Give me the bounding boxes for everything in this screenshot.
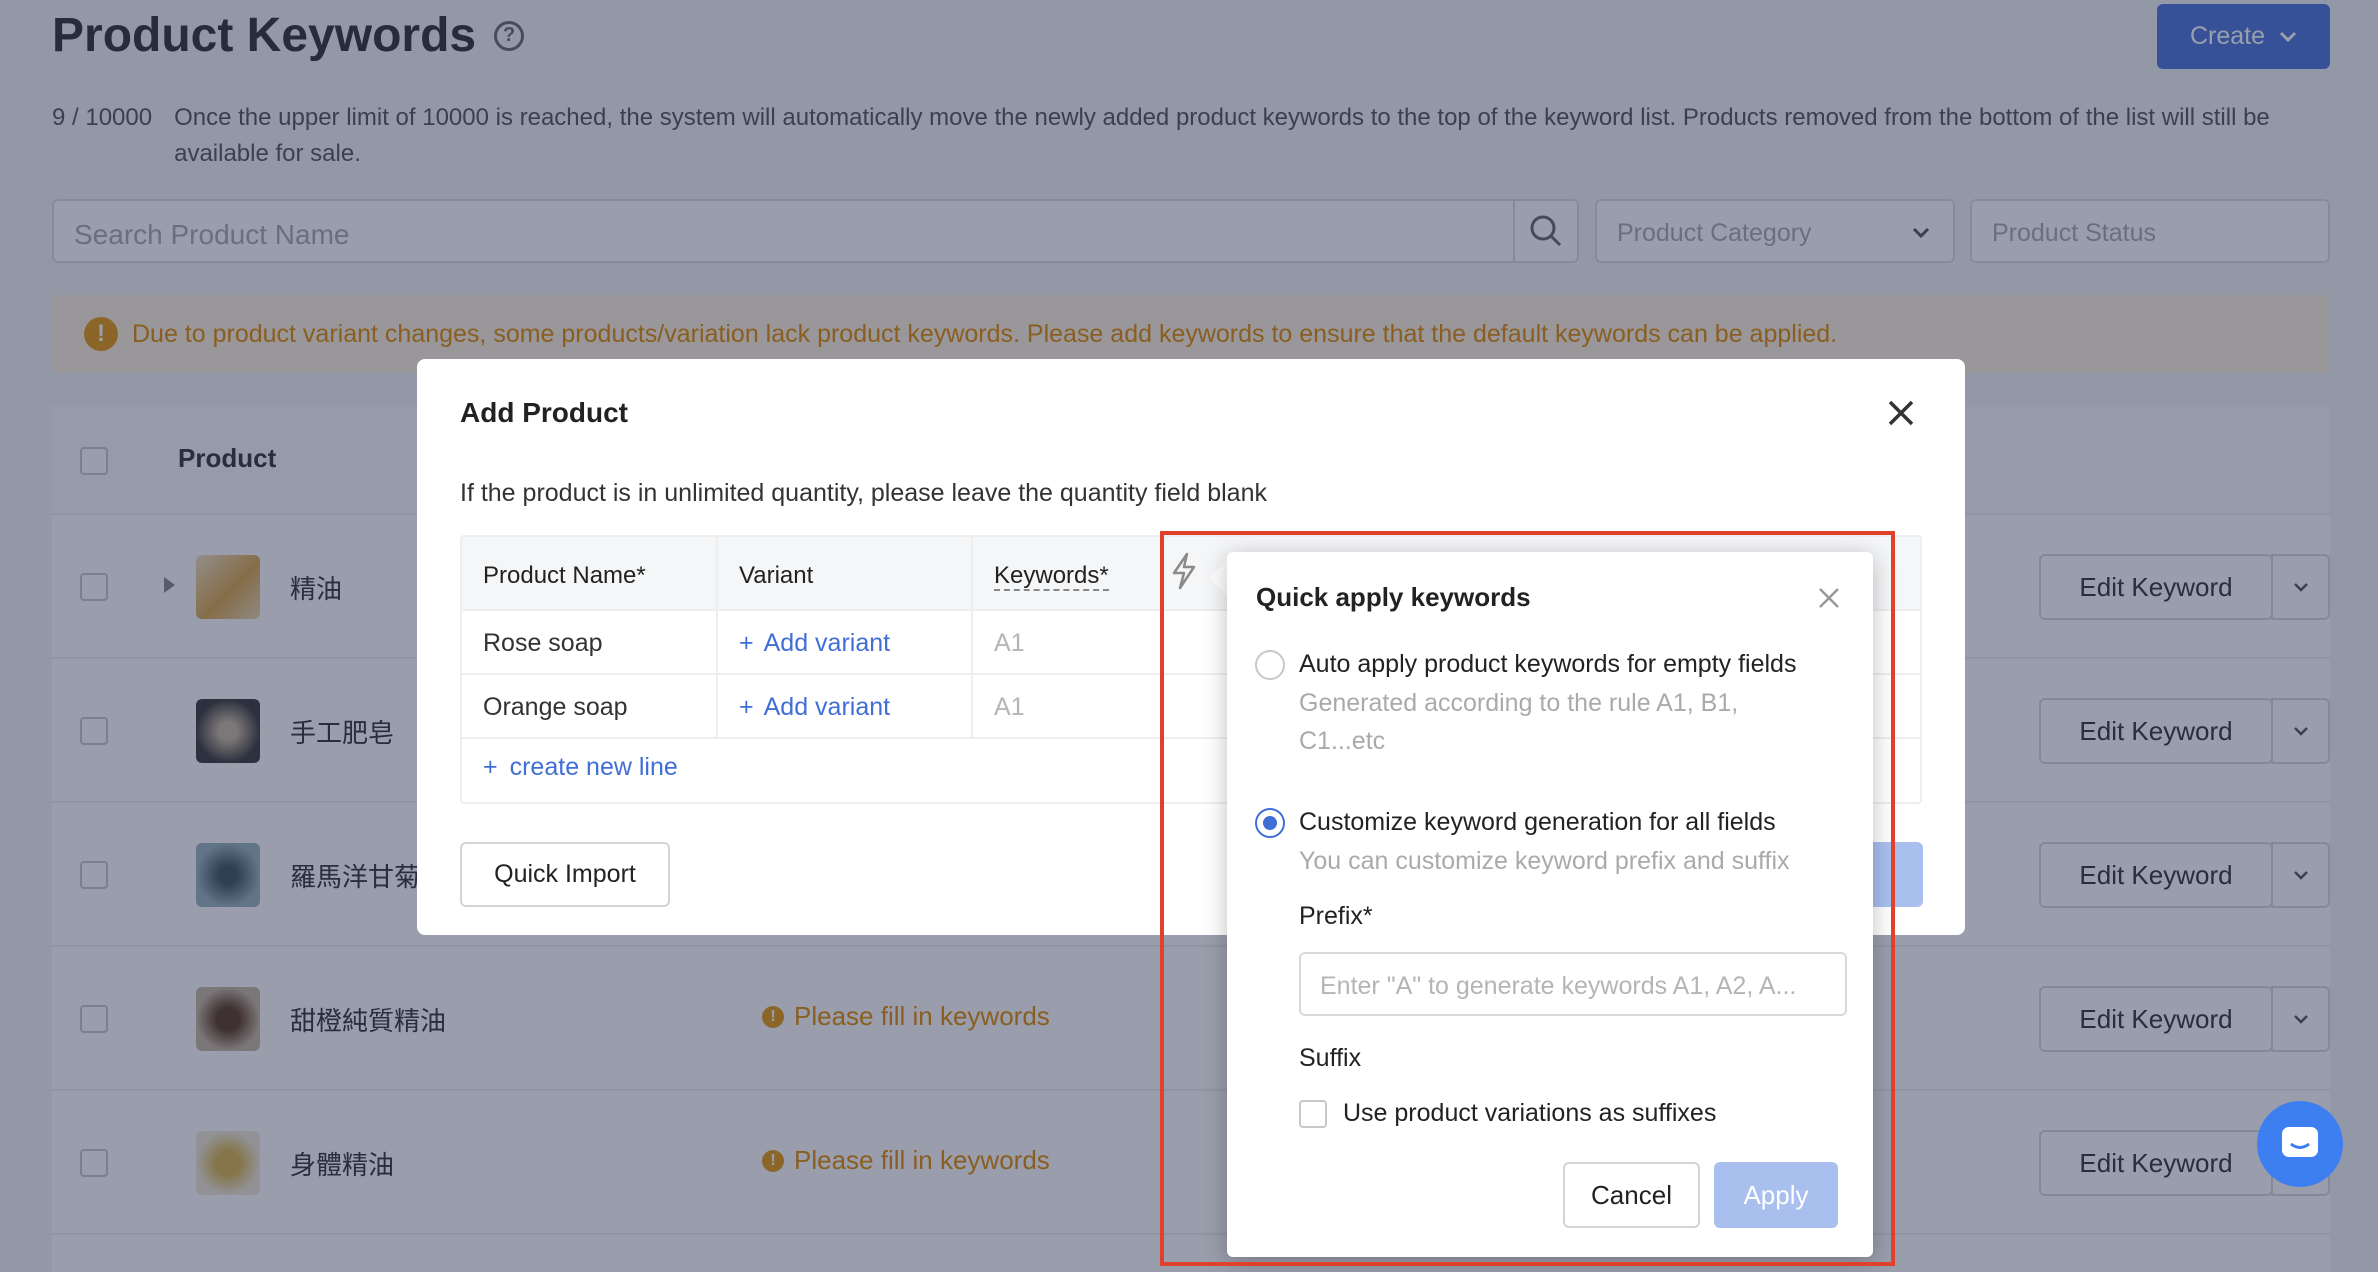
modal-title: Add Product (460, 397, 628, 428)
quick-import-button[interactable]: Quick Import (460, 842, 670, 907)
close-icon[interactable] (1883, 395, 1919, 431)
column-header: Product Name* (462, 537, 718, 611)
add-variant-link[interactable]: + Add variant (739, 693, 950, 722)
chat-support-button[interactable] (2257, 1101, 2343, 1187)
column-header: Variant (718, 537, 973, 611)
product-name-cell[interactable]: Rose soap (462, 611, 718, 675)
create-new-line-link[interactable]: + create new line (483, 753, 678, 782)
modal-note: If the product is in unlimited quantity,… (460, 479, 1267, 507)
highlight-box (1160, 531, 1895, 1266)
plus-icon: + (483, 753, 498, 781)
variant-cell: + Add variant (718, 611, 973, 675)
plus-icon: + (739, 629, 754, 657)
chat-icon (2282, 1127, 2318, 1157)
variant-cell: + Add variant (718, 675, 973, 739)
add-variant-link[interactable]: + Add variant (739, 629, 950, 658)
product-name-cell[interactable]: Orange soap (462, 675, 718, 739)
plus-icon: + (739, 693, 754, 721)
